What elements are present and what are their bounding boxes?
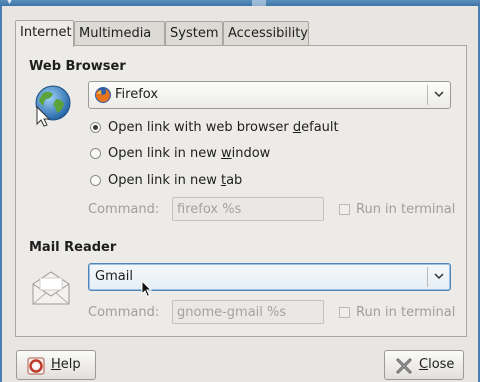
web-browser-selected-value: Firefox <box>115 87 159 102</box>
browser-command-label: Command: <box>88 202 160 217</box>
tab-internet[interactable]: Internet <box>15 20 74 47</box>
radio-label: Open link with web browser default <box>108 120 339 135</box>
firefox-icon <box>95 87 111 103</box>
web-browser-heading: Web Browser <box>29 59 126 74</box>
help-button[interactable]: Help <box>16 350 96 380</box>
browser-run-in-terminal-checkbox[interactable] <box>339 204 350 215</box>
combo-separator <box>427 267 428 287</box>
combo-separator <box>427 85 428 105</box>
browser-command-input[interactable]: firefox %s <box>172 197 324 221</box>
browser-run-in-terminal-label: Run in terminal <box>356 202 456 217</box>
mail-run-in-terminal-checkbox[interactable] <box>339 307 350 318</box>
mail-reader-selected-value: Gmail <box>95 269 133 284</box>
web-browser-globe-icon <box>35 85 71 127</box>
close-icon <box>396 358 412 374</box>
tab-panel-internet: Web Browser Firefox Open link with web b… <box>15 45 467 337</box>
mail-command-label: Command: <box>88 305 160 320</box>
mail-command-value: gnome-gmail %s <box>177 305 287 320</box>
radio-button[interactable] <box>90 148 101 159</box>
close-button[interactable]: Close <box>384 350 464 380</box>
tab-system[interactable]: System <box>165 21 223 45</box>
help-button-label: Help <box>51 357 81 372</box>
mouse-pointer-icon <box>141 280 153 298</box>
window-border-left <box>0 6 2 382</box>
radio-label: Open link in new tab <box>108 173 243 188</box>
window-titlebar: ▼ <box>0 0 480 6</box>
help-lifebuoy-icon <box>27 357 45 375</box>
mail-run-in-terminal-label: Run in terminal <box>356 305 456 320</box>
tab-accessibility[interactable]: Accessibility <box>223 21 309 45</box>
chevron-down-icon <box>434 273 444 280</box>
mail-command-input[interactable]: gnome-gmail %s <box>172 300 324 324</box>
radio-label: Open link in new window <box>108 146 271 161</box>
mail-reader-heading: Mail Reader <box>29 240 117 255</box>
web-browser-select[interactable]: Firefox <box>88 81 451 109</box>
radio-button[interactable] <box>90 175 101 186</box>
radio-button[interactable] <box>90 122 101 133</box>
chevron-down-icon <box>434 91 444 98</box>
mail-envelope-icon <box>32 271 70 305</box>
close-button-label: Close <box>419 357 455 372</box>
browser-command-value: firefox %s <box>177 202 242 217</box>
window-menu-icon[interactable]: ▼ <box>6 0 16 6</box>
window-title-fragment <box>252 0 266 6</box>
tab-multimedia[interactable]: Multimedia <box>74 21 165 45</box>
